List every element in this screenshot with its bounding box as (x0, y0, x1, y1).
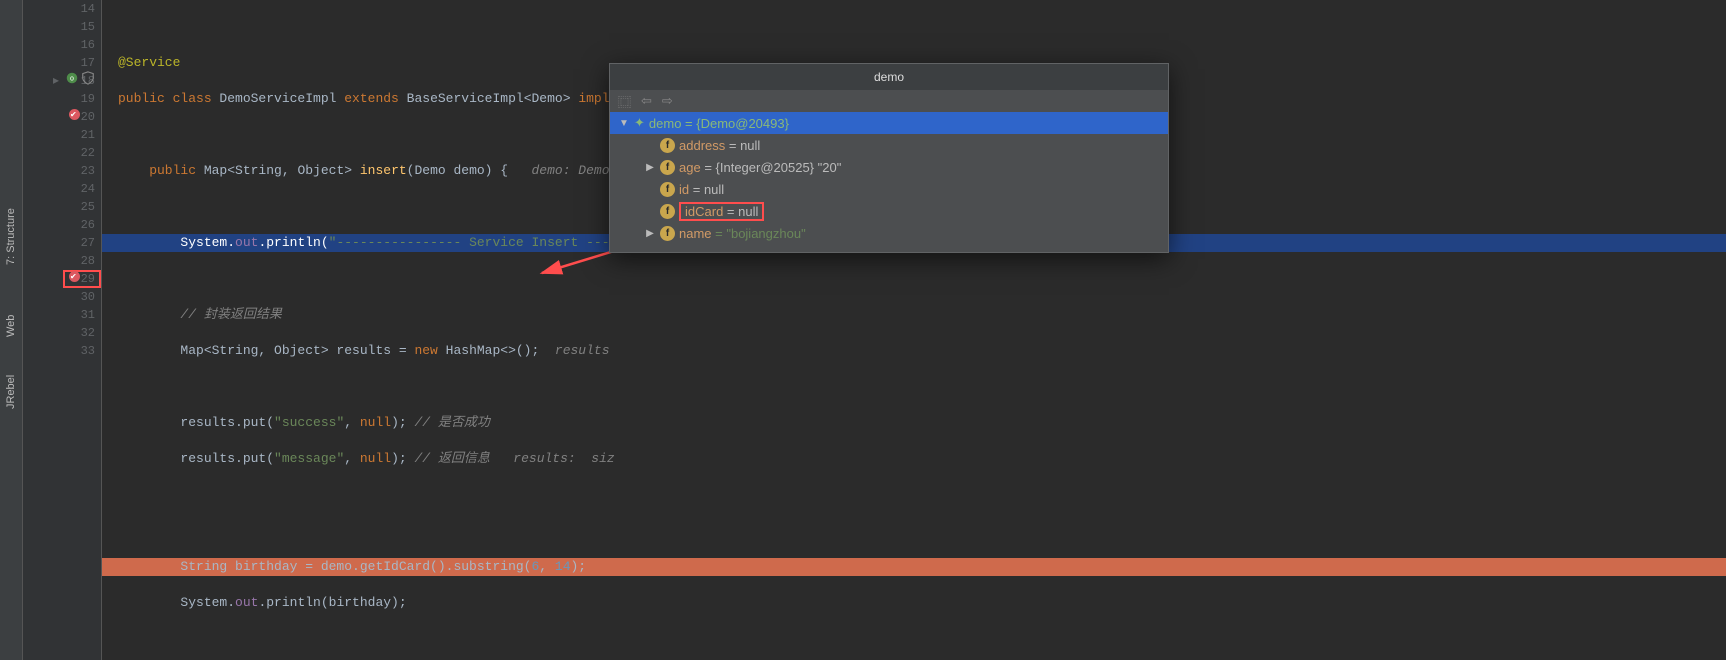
variable-label: demo = {Demo@20493} (649, 116, 789, 131)
shield-icon[interactable] (81, 71, 95, 91)
field-icon: f (660, 204, 675, 219)
line-number: 28 (23, 252, 101, 270)
line-number: 24 (23, 180, 101, 198)
field-name: name (679, 226, 712, 241)
field-value: = {Integer@20525} "20" (701, 160, 842, 175)
tree-icon[interactable]: ⿴ (618, 92, 631, 111)
breakpoint-exception-icon[interactable] (69, 271, 80, 282)
object-icon: ✦ (634, 115, 645, 131)
web-tab[interactable]: Web (5, 319, 17, 341)
inline-hint: results (555, 343, 610, 358)
line-number: 26 (23, 216, 101, 234)
forward-icon[interactable]: ⇨ (662, 93, 673, 109)
field-value: = "bojiangzhou" (712, 226, 806, 241)
field-name: address (679, 138, 725, 153)
line-number: 23 (23, 162, 101, 180)
line-number: 27 (23, 234, 101, 252)
expand-icon[interactable]: ▶ (644, 228, 656, 239)
annotation: @Service (118, 55, 180, 70)
line-number[interactable]: 20 (23, 108, 101, 126)
tool-window-stripe[interactable]: 7: Structure Web JRebel (0, 0, 23, 660)
structure-tab[interactable]: 7: Structure (5, 247, 17, 269)
variable-row[interactable]: f address = null (610, 134, 1168, 156)
back-icon[interactable]: ⇦ (641, 93, 652, 109)
field-icon: f (660, 138, 675, 153)
popup-title: demo (610, 64, 1168, 90)
expand-icon[interactable]: ▼ (618, 118, 630, 129)
expand-icon[interactable]: ▶ (644, 162, 656, 173)
line-number: o 18 ▸ (23, 72, 101, 90)
field-icon: f (660, 160, 675, 175)
line-number: 15 (23, 18, 101, 36)
field-value: = null (723, 204, 758, 219)
line-number[interactable]: 29 (23, 270, 101, 288)
line-number: 21 (23, 126, 101, 144)
variable-row[interactable]: ▼ ✦ demo = {Demo@20493} (610, 112, 1168, 134)
inline-hint: demo: Demo@ (532, 163, 618, 178)
evaluate-popup[interactable]: demo ⿴ ⇦ ⇨ ▼ ✦ demo = {Demo@20493} faddr… (609, 63, 1169, 253)
gutter[interactable]: 14 15 16 17 o 18 ▸ 19 20 (23, 0, 102, 660)
jrebel-tab[interactable]: JRebel (5, 391, 17, 413)
line-number: 16 (23, 36, 101, 54)
comment: // 封装返回结果 (118, 307, 282, 322)
line-number: 17 (23, 54, 101, 72)
variable-row[interactable]: ▶ fname = "bojiangzhou" (610, 222, 1168, 244)
line-number: 25 (23, 198, 101, 216)
popup-toolbar: ⿴ ⇦ ⇨ (610, 90, 1168, 112)
line-number: 32 (23, 324, 101, 342)
svg-text:o: o (70, 76, 74, 84)
line-number: 31 (23, 306, 101, 324)
field-name: age (679, 160, 701, 175)
line-number: 14 (23, 0, 101, 18)
breakpoint-verified-icon[interactable] (69, 109, 80, 120)
annotation-box: idCard = null (679, 202, 764, 221)
variable-row[interactable]: fidCard = null (610, 200, 1168, 222)
line-number: 33 (23, 342, 101, 360)
run-gutter-icon[interactable]: ▸ (53, 72, 59, 90)
line-number: 19 (23, 90, 101, 108)
variable-row[interactable]: ▶ fage = {Integer@20525} "20" (610, 156, 1168, 178)
field-value: = null (689, 182, 724, 197)
line-number: 30 (23, 288, 101, 306)
popup-body: ▼ ✦ demo = {Demo@20493} f address = null ▶… (610, 112, 1168, 252)
override-icon[interactable]: o (65, 71, 79, 91)
field-name: id (679, 182, 689, 197)
variable-row[interactable]: fid = null (610, 178, 1168, 200)
inline-hint: results: siz (513, 451, 614, 466)
line-number: 22 (23, 144, 101, 162)
error-line: String birthday = demo.getIdCard().subst… (102, 558, 1726, 576)
field-icon: f (660, 182, 675, 197)
field-name: idCard (685, 204, 723, 219)
field-value: = null (725, 138, 760, 153)
field-icon: f (660, 226, 675, 241)
